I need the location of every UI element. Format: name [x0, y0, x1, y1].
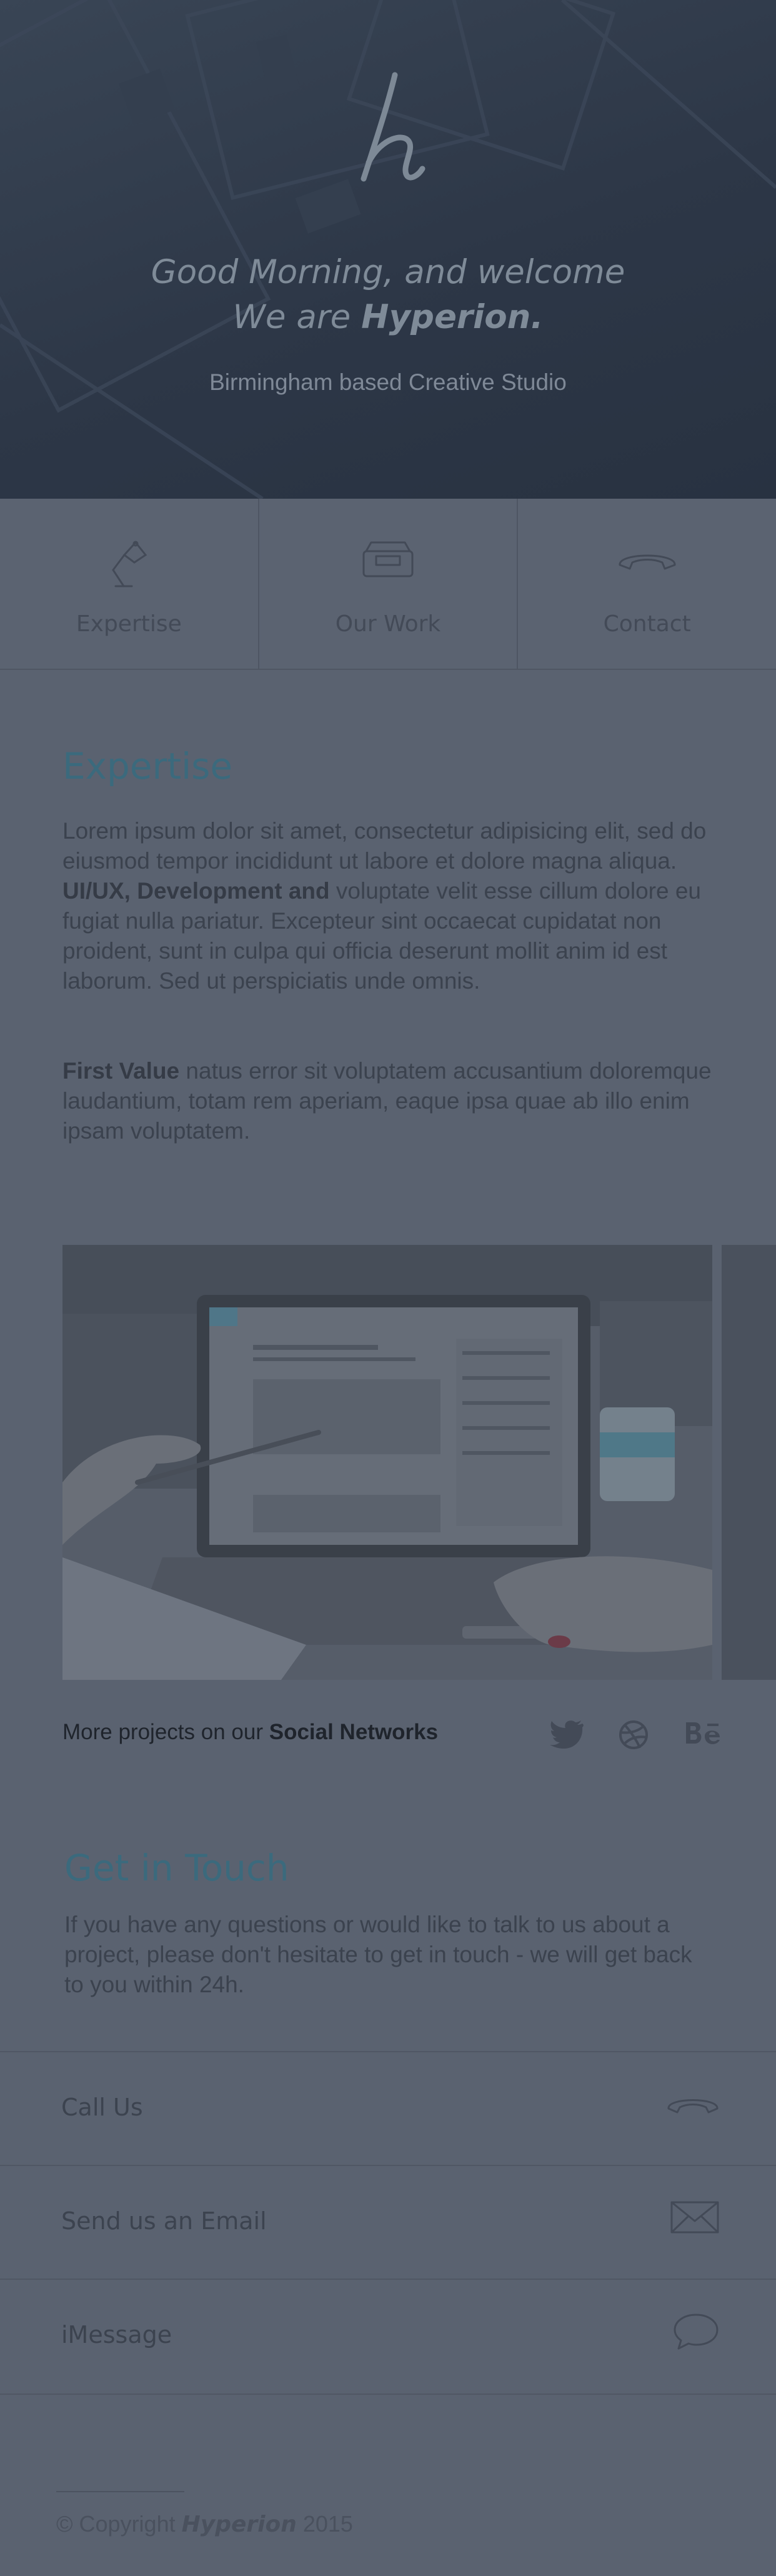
hero-title-line1: Good Morning, and welcome	[151, 253, 625, 291]
footer-copyright: © Copyright Hyperion 2015	[56, 2511, 353, 2537]
project-screenshot[interactable]	[62, 1245, 712, 1680]
nav-label-our-work: Our Work	[335, 611, 441, 637]
main-nav: Expertise Our Work Contact	[0, 499, 776, 670]
contact-row-email[interactable]: Send us an Email	[0, 2165, 776, 2280]
hero-section: Good Morning, and welcome We are Hyperio…	[0, 0, 776, 499]
expertise-paragraph-1: Lorem ipsum dolor sit amet, consectetur …	[62, 816, 712, 996]
contact-list-end-divider	[0, 2394, 776, 2395]
nav-item-our-work[interactable]: Our Work	[259, 499, 519, 669]
expertise-p2-bold: First Value	[62, 1058, 180, 1084]
footer-divider	[56, 2491, 184, 2492]
social-bold: Social Networks	[269, 1720, 439, 1744]
next-project-peek[interactable]	[722, 1245, 776, 1680]
nav-item-expertise[interactable]: Expertise	[0, 499, 259, 669]
hero-brand-name: Hyperion.	[361, 298, 544, 336]
hyperion-logo	[361, 72, 425, 182]
behance-icon[interactable]	[686, 1720, 721, 1746]
hero-subtitle: Birmingham based Creative Studio	[209, 369, 567, 395]
nav-label-contact: Contact	[603, 611, 691, 637]
twitter-icon[interactable]	[550, 1720, 584, 1749]
envelope-icon	[670, 2201, 719, 2234]
hero-title-line2: We are Hyperion.	[0, 295, 776, 340]
expertise-p1-bold: UI/UX, Development and	[62, 878, 330, 904]
laptop-photo	[62, 1245, 712, 1680]
copyright-prefix: © Copyright	[56, 2511, 182, 2537]
expertise-paragraph-2: First Value natus error sit voluptatem a…	[62, 1056, 712, 1146]
contact-title: Get in Touch	[64, 1847, 289, 1889]
expertise-p1-text-a: Lorem ipsum dolor sit amet, consectetur …	[62, 818, 707, 874]
nav-item-contact[interactable]: Contact	[518, 499, 776, 669]
inbox-tray-icon	[362, 541, 414, 577]
phone-icon	[667, 2099, 719, 2114]
lamp-icon	[112, 541, 147, 587]
chat-bubble-icon	[674, 2314, 719, 2350]
social-networks-text: More projects on our Social Networks	[62, 1720, 438, 1745]
copyright-brand: Hyperion	[181, 2512, 297, 2537]
contact-row-call[interactable]: Call Us	[0, 2051, 776, 2166]
phone-icon	[619, 554, 676, 570]
dribbble-icon[interactable]	[619, 1720, 649, 1750]
expertise-title: Expertise	[62, 745, 233, 787]
nav-label-expertise: Expertise	[76, 611, 182, 637]
contact-row-email-label: Send us an Email	[61, 2207, 267, 2235]
contact-row-imessage-label: iMessage	[61, 2321, 172, 2349]
social-prefix: More projects on our	[62, 1720, 269, 1744]
contact-text: If you have any questions or would like …	[64, 1912, 692, 1997]
contact-row-imessage[interactable]: iMessage	[0, 2279, 776, 2394]
copyright-year: 2015	[296, 2511, 353, 2537]
contact-row-call-label: Call Us	[61, 2094, 143, 2121]
hero-title-prefix: We are	[232, 298, 362, 336]
